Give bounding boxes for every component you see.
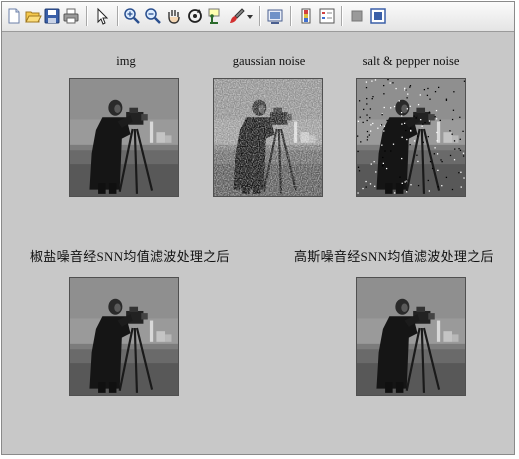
subplot-title: 椒盐噪音经SNN均值滤波处理之后: [30, 249, 230, 264]
toolbar-separator: [290, 6, 292, 26]
open-file-icon[interactable]: [24, 7, 42, 25]
save-icon[interactable]: [43, 7, 61, 25]
image-axes-salt-pepper-noise: [356, 78, 466, 197]
print-icon[interactable]: [62, 7, 80, 25]
image-axes-original: [69, 78, 179, 197]
subplot-title: 高斯噪音经SNN均值滤波处理之后: [294, 249, 494, 264]
colorbar-icon[interactable]: [297, 7, 315, 25]
figure-window: img gaussian noise salt & pepper noise 椒…: [1, 1, 515, 455]
figure-toolbar: [2, 2, 514, 32]
image-axes-gaussian-noise: [213, 78, 323, 197]
data-cursor-icon[interactable]: [207, 7, 225, 25]
zoom-out-icon[interactable]: [144, 7, 162, 25]
pointer-icon[interactable]: [93, 7, 111, 25]
image-axes-snn-salt-pepper: [69, 277, 179, 396]
subplot-title: gaussian noise: [232, 54, 306, 68]
toolbar-separator: [117, 6, 119, 26]
figure-canvas: img gaussian noise salt & pepper noise 椒…: [2, 32, 514, 454]
legend-icon[interactable]: [318, 7, 336, 25]
brush-dropdown-icon[interactable]: [246, 7, 254, 25]
zoom-in-icon[interactable]: [123, 7, 141, 25]
link-plot-icon[interactable]: [266, 7, 284, 25]
subplot-title: img: [116, 54, 136, 68]
hide-plot-tools-icon[interactable]: [348, 7, 366, 25]
toolbar-separator: [86, 6, 88, 26]
brush-icon[interactable]: [228, 7, 246, 25]
show-plot-tools-icon[interactable]: [369, 7, 387, 25]
pan-icon[interactable]: [165, 7, 183, 25]
toolbar-separator: [341, 6, 343, 26]
image-axes-snn-gaussian: [356, 277, 466, 396]
subplot-title: salt & pepper noise: [362, 54, 460, 68]
rotate-3d-icon[interactable]: [186, 7, 204, 25]
new-figure-icon[interactable]: [5, 7, 23, 25]
toolbar-separator: [259, 6, 261, 26]
